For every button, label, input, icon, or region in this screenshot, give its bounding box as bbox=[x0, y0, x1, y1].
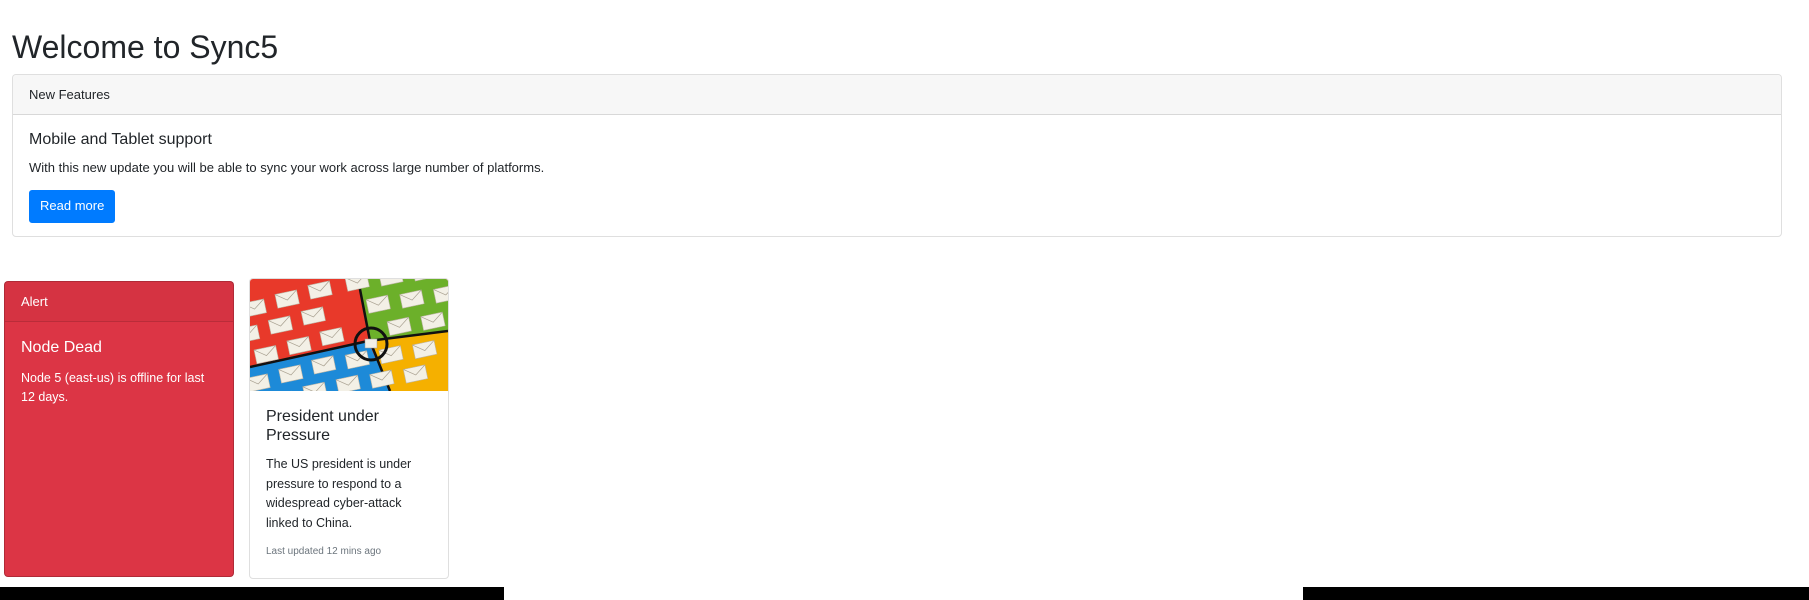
news-card: President under Pressure The US presiden… bbox=[249, 278, 449, 579]
read-more-button[interactable]: Read more bbox=[29, 190, 116, 223]
new-features-card: New Features Mobile and Tablet support W… bbox=[12, 74, 1782, 237]
card-header: New Features bbox=[13, 75, 1781, 115]
news-text: The US president is under pressure to re… bbox=[266, 457, 412, 530]
last-updated-text: Last updated 12 mins ago bbox=[266, 545, 382, 557]
news-title: President under Pressure bbox=[266, 408, 379, 445]
card-body: Mobile and Tablet support With this new … bbox=[13, 115, 1781, 238]
alert-card: Alert Node Dead Node 5 (east-us) is offl… bbox=[4, 281, 234, 577]
card-text: With this new update you will be able to… bbox=[29, 160, 545, 176]
envelope-pattern-image bbox=[250, 279, 448, 391]
alert-title: Node Dead bbox=[21, 339, 102, 356]
card-title: Mobile and Tablet support bbox=[29, 131, 212, 148]
alert-card-header: Alert bbox=[5, 282, 233, 322]
page-title: Welcome to Sync5 bbox=[12, 29, 279, 65]
black-bar-right bbox=[1303, 587, 1809, 600]
alert-text: Node 5 (east-us) is offline for last 12 … bbox=[21, 371, 205, 404]
black-bar-left bbox=[0, 587, 504, 600]
news-card-body: President under Pressure The US presiden… bbox=[250, 391, 448, 573]
alert-card-body: Node Dead Node 5 (east-us) is offline fo… bbox=[5, 322, 233, 423]
